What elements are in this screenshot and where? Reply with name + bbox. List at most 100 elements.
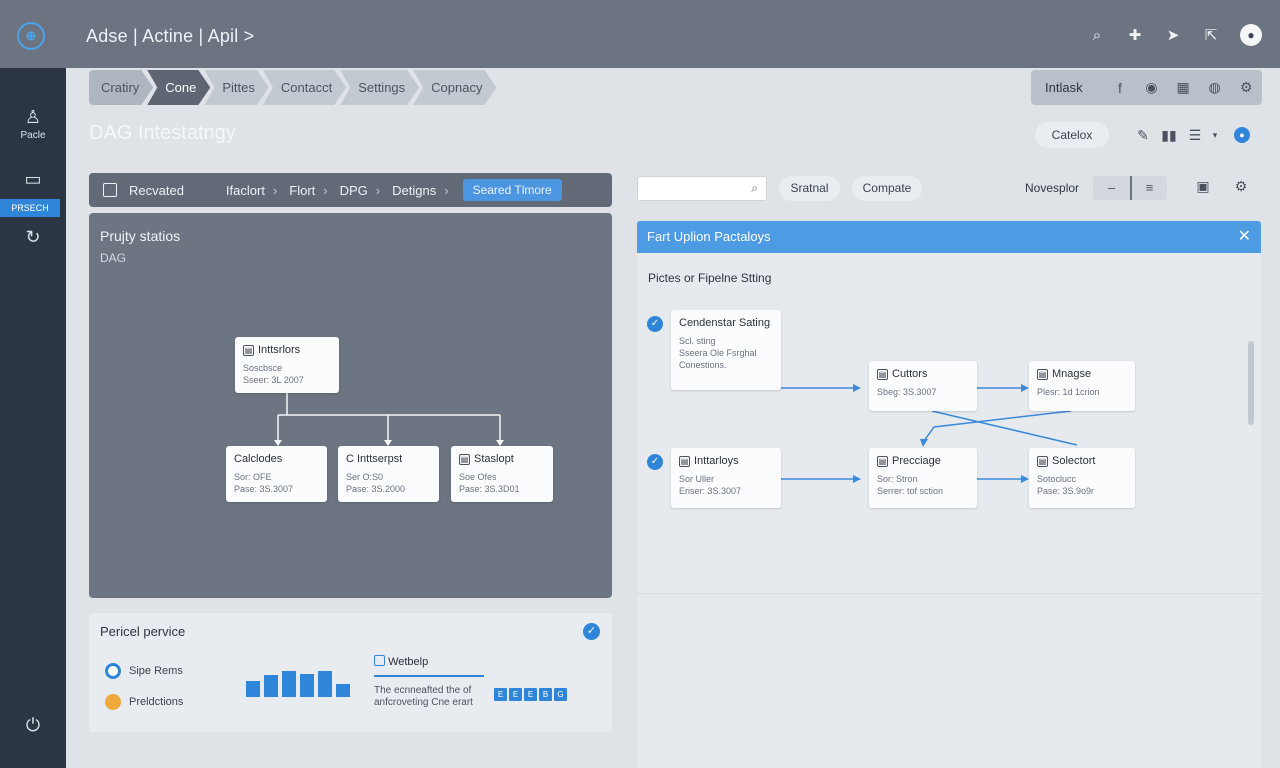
sidebar-active-item[interactable]: PRSECH <box>0 199 60 217</box>
grid-cell: G <box>554 688 567 701</box>
search-input[interactable] <box>638 177 738 200</box>
node-line: Sseera Ole Fsrghal <box>679 348 757 358</box>
facebook-icon[interactable]: f <box>1104 80 1136 96</box>
view-toggle: – ≡ <box>1093 176 1167 200</box>
collapse-button[interactable]: – <box>1093 176 1130 200</box>
mini-bar <box>318 671 332 697</box>
node-icon: ▤ <box>1037 368 1048 380</box>
node-title: Precciage <box>892 455 941 467</box>
right-toolbar-label[interactable]: Intlask <box>1045 80 1104 95</box>
search-field[interactable]: ⌕ <box>637 176 767 201</box>
app-logo[interactable]: ⊕ <box>17 22 45 50</box>
sratnal-button[interactable]: Sratnal <box>779 176 840 201</box>
tab-cone[interactable]: Cone <box>147 70 210 105</box>
flow-node[interactable]: Cendenstar Sating Scl. sting Sseera Ole … <box>671 310 781 390</box>
active-chip[interactable]: Seared Tlmore <box>462 179 562 201</box>
node-title: Mnagse <box>1052 368 1092 380</box>
tab-copnacy[interactable]: Copnacy <box>413 70 496 105</box>
node-title: Calclodes <box>234 453 283 465</box>
scrollbar[interactable] <box>1248 341 1254 425</box>
export-icon[interactable]: ⇱ <box>1192 24 1230 48</box>
dag-node[interactable]: Calclodes Sor: OFE Pase: 3S.3007 <box>226 446 327 502</box>
page-toolbar: ✎ ▮▮ ☰ ▾ ● <box>1130 124 1250 146</box>
sidebar-item-power[interactable]: ⏻ <box>0 714 66 736</box>
dag-node[interactable]: ▤ Staslopt Soe Ofes Pase: 3S.3D01 <box>451 446 553 502</box>
header-item-flort[interactable]: Flort <box>289 183 315 198</box>
dag-connectors <box>274 393 504 446</box>
right-toolbar: Intlask f ◉ ▦ ◍ ⚙ <box>1031 70 1262 105</box>
record-icon[interactable]: ◉ <box>1136 79 1168 96</box>
page-title: DAG Intestatngy <box>89 122 236 144</box>
settings-icon[interactable]: ⚙ <box>1228 178 1254 195</box>
pause-icon[interactable]: ▮▮ <box>1156 124 1182 146</box>
flow-panel: Fart Uplion Pactaloys ✕ Pictes or Fipeln… <box>637 221 1261 768</box>
settings-icon[interactable]: ⚙ <box>1230 79 1262 96</box>
chevron-down-icon[interactable]: ▾ <box>1208 124 1222 146</box>
search-icon[interactable]: ⌕ <box>1078 24 1116 48</box>
node-line: Sotoclucc <box>1037 474 1077 484</box>
catelox-button[interactable]: Catelox <box>1035 122 1109 148</box>
compate-button[interactable]: Compate <box>852 176 922 201</box>
share-icon[interactable]: ➤ <box>1154 24 1192 48</box>
node-title: Inttsrlors <box>258 344 301 356</box>
list-icon[interactable]: ☰ <box>1182 124 1208 146</box>
sidebar-item-card[interactable]: ▭ <box>0 168 66 190</box>
mini-bar-chart <box>246 661 356 697</box>
puzzle-icon[interactable]: ✚ <box>1116 24 1154 48</box>
check-icon[interactable]: ✓ <box>583 623 600 640</box>
flow-node[interactable]: ▤ Inttarloys Sor Uller Eriser: 3S.3007 <box>671 448 781 508</box>
power-icon: ⏻ <box>25 715 41 735</box>
edit-icon[interactable]: ✎ <box>1130 124 1156 146</box>
list-view-button[interactable]: ≡ <box>1130 176 1167 200</box>
sun-icon <box>105 694 121 710</box>
node-line: Pase: 3S.9o9r <box>1037 486 1095 496</box>
flow-node[interactable]: ▤ Mnagse Plesr: 1d 1crion <box>1029 361 1135 411</box>
status-dot-icon[interactable]: ● <box>1234 127 1250 143</box>
search-icon[interactable]: ⌕ <box>751 181 758 196</box>
tab-settings[interactable]: Settings <box>340 70 419 105</box>
flow-node[interactable]: ▤ Precciage Sor: Stron Serrer: tof sction <box>869 448 977 508</box>
check-icon[interactable]: ✓ <box>647 316 663 332</box>
dag-node[interactable]: C Inttserpst Ser O:S0 Pase: 3S.2000 <box>338 446 439 502</box>
node-line: Pase: 3S.3D01 <box>459 484 520 494</box>
tab-cratiry[interactable]: Cratiry <box>89 70 153 105</box>
tab-pittes[interactable]: Pittes <box>204 70 269 105</box>
grid-icon[interactable]: ▦ <box>1167 79 1199 96</box>
node-title: Inttarloys <box>694 455 739 467</box>
header-item-detigns[interactable]: Detigns <box>392 183 436 198</box>
header-item-ifaclort[interactable]: Ifaclort <box>226 183 265 198</box>
node-icon: ▤ <box>877 368 888 380</box>
node-title: Staslopt <box>474 453 514 465</box>
flow-node[interactable]: ▤ Solectort Sotoclucc Pase: 3S.9o9r <box>1029 448 1135 508</box>
top-icons: ⌕ ✚ ➤ ⇱ ● <box>1078 24 1262 48</box>
flow-node[interactable]: ▤ Cuttors Sbeg: 3S.3007 <box>869 361 977 411</box>
dag-node[interactable]: ▤ Inttsrlors Soscbsce Sseer: 3L 2007 <box>235 337 339 393</box>
node-icon: ▤ <box>679 455 690 467</box>
tab-contacct[interactable]: Contacct <box>263 70 346 105</box>
performance-title: Pericel pervice <box>100 624 186 639</box>
node-line: Sseer: 3L 2007 <box>243 375 304 385</box>
header-item-recvated[interactable]: Recvated <box>129 183 184 198</box>
node-line: Soe Ofes <box>459 472 497 482</box>
mini-bar <box>264 675 278 697</box>
node-line: Serrer: tof sction <box>877 486 944 496</box>
node-title: Cendenstar Sating <box>679 317 771 329</box>
breadcrumb[interactable]: Adse | Actine | Apil > <box>86 26 254 47</box>
save-icon[interactable]: ▣ <box>1190 178 1216 195</box>
document-icon <box>103 183 117 197</box>
check-icon[interactable]: ✓ <box>647 454 663 470</box>
sidebar-item-refresh[interactable]: ↻ <box>0 226 66 248</box>
node-title: Cuttors <box>892 368 928 380</box>
node-icon: ▤ <box>459 453 470 465</box>
sidebar-item-profile[interactable]: ♙ Pacle <box>0 106 66 141</box>
chevron-right-icon: › <box>323 182 328 198</box>
node-line: Plesr: 1d 1crion <box>1037 387 1100 397</box>
node-line: Pase: 3S.2000 <box>346 484 406 494</box>
chat-icon[interactable]: ◍ <box>1199 79 1231 96</box>
header-item-dpg[interactable]: DPG <box>340 183 368 198</box>
user-icon: ♙ <box>24 107 42 127</box>
user-icon[interactable]: ● <box>1240 24 1262 46</box>
node-title: C Inttserpst <box>346 453 403 465</box>
calendar-icon <box>374 655 385 666</box>
node-line: Sor Uller <box>679 474 715 484</box>
